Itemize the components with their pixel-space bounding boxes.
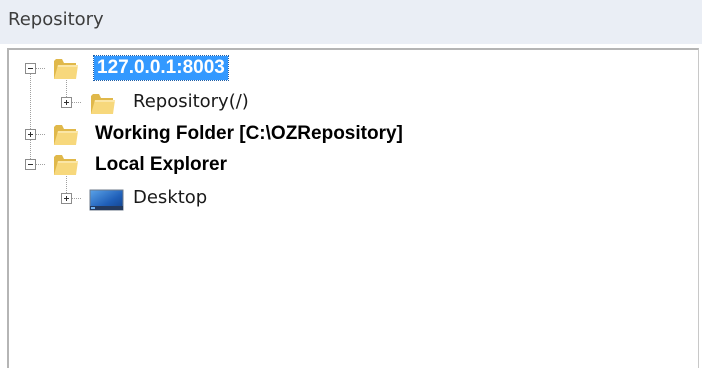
expand-toggle-icon[interactable] bbox=[61, 193, 72, 204]
tree-node-local-explorer[interactable]: Local Explorer bbox=[95, 153, 227, 177]
expand-toggle-icon[interactable] bbox=[25, 129, 36, 140]
desktop-icon bbox=[89, 189, 124, 211]
folder-icon bbox=[54, 125, 78, 145]
collapse-toggle-icon[interactable] bbox=[25, 159, 36, 170]
tree-node-server[interactable]: 127.0.0.1:8003 bbox=[93, 55, 229, 81]
tree-node-desktop[interactable]: Desktop bbox=[133, 186, 207, 210]
panel-header: Repository bbox=[0, 0, 702, 44]
expand-toggle-icon[interactable] bbox=[61, 97, 72, 108]
collapse-toggle-icon[interactable] bbox=[25, 63, 36, 74]
repository-panel: Repository 127.0.0.1:8003 Repository(/) … bbox=[0, 0, 702, 368]
folder-icon bbox=[54, 59, 78, 79]
tree-node-working-folder[interactable]: Working Folder [C:\OZRepository] bbox=[95, 122, 403, 146]
folder-icon bbox=[54, 155, 78, 175]
panel-title: Repository bbox=[8, 9, 104, 30]
tree-node-repository[interactable]: Repository(/) bbox=[133, 90, 249, 114]
repository-tree[interactable]: 127.0.0.1:8003 Repository(/) Working Fol… bbox=[7, 48, 699, 368]
folder-icon bbox=[91, 94, 115, 114]
